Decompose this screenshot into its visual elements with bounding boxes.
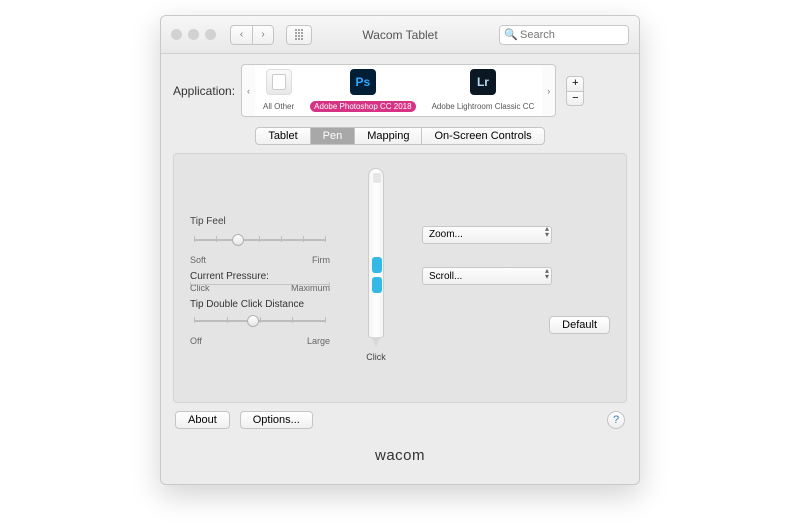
tip-feel-slider[interactable]: [190, 231, 330, 257]
add-app-button[interactable]: +: [566, 76, 584, 91]
pen-button-settings: Zoom... ▴▾ Scroll... ▴▾ Default: [422, 168, 610, 334]
pen-icon: [368, 168, 384, 338]
nav-buttons: ‹ ›: [230, 25, 274, 45]
lower-button-select[interactable]: Scroll... ▴▾: [422, 266, 552, 286]
app-lightroom[interactable]: Lr Adobe Lightroom Classic CC: [424, 65, 543, 116]
titlebar: ‹ › Wacom Tablet 🔍: [161, 16, 639, 54]
pen-diagram: Click: [346, 168, 406, 362]
application-list: All Other Ps Adobe Photoshop CC 2018 Lr …: [255, 64, 542, 117]
app-scroll-left[interactable]: ‹: [241, 64, 255, 117]
app-scroll-right[interactable]: ›: [542, 64, 556, 117]
app-label: All Other: [263, 102, 294, 111]
lightroom-icon: Lr: [470, 69, 496, 95]
search-field[interactable]: 🔍: [499, 25, 629, 45]
pen-upper-button-icon: [372, 257, 382, 273]
application-label: Application:: [173, 84, 235, 98]
app-photoshop[interactable]: Ps Adobe Photoshop CC 2018: [302, 65, 423, 116]
window-controls: [171, 29, 216, 40]
options-button[interactable]: Options...: [240, 411, 313, 429]
tab-mapping[interactable]: Mapping: [355, 127, 422, 145]
preferences-window: ‹ › Wacom Tablet 🔍 Application: ‹ All Ot…: [160, 15, 640, 485]
double-click-label: Tip Double Click Distance: [190, 299, 330, 310]
help-button[interactable]: ?: [607, 411, 625, 429]
app-all-other[interactable]: All Other: [255, 65, 302, 116]
search-input[interactable]: [499, 25, 629, 45]
tip-action-label: Click: [366, 352, 386, 362]
forward-button[interactable]: ›: [252, 25, 274, 45]
lower-button-dropdown[interactable]: Scroll...: [422, 267, 552, 285]
grid-icon: [295, 29, 303, 40]
settings-tabs: Tablet Pen Mapping On-Screen Controls: [173, 127, 627, 145]
brand-logo: wacom: [173, 429, 627, 472]
photoshop-icon: Ps: [350, 69, 376, 95]
double-click-slider[interactable]: [190, 312, 330, 338]
current-pressure-label: Current Pressure:: [190, 271, 330, 282]
tab-on-screen-controls[interactable]: On-Screen Controls: [422, 127, 544, 145]
footer: About Options... ?: [173, 403, 627, 429]
all-other-icon: [266, 69, 292, 95]
search-icon: 🔍: [504, 28, 518, 41]
app-add-remove: + −: [566, 76, 584, 106]
minimize-icon[interactable]: [188, 29, 199, 40]
application-row: Application: ‹ All Other Ps Adobe Photos…: [173, 64, 627, 117]
pen-lower-button-icon: [372, 277, 382, 293]
show-all-button[interactable]: [286, 25, 312, 45]
upper-button-dropdown[interactable]: Zoom...: [422, 226, 552, 244]
pen-settings-pane: Tip Feel Soft Firm Current Pressure: Cli…: [173, 153, 627, 403]
tab-tablet[interactable]: Tablet: [255, 127, 310, 145]
about-button[interactable]: About: [175, 411, 230, 429]
app-label: Adobe Photoshop CC 2018: [310, 101, 415, 112]
remove-app-button[interactable]: −: [566, 91, 584, 106]
default-button[interactable]: Default: [549, 316, 610, 334]
upper-button-select[interactable]: Zoom... ▴▾: [422, 224, 552, 244]
maximize-icon[interactable]: [205, 29, 216, 40]
tip-settings: Tip Feel Soft Firm Current Pressure: Cli…: [190, 168, 330, 346]
pressure-meter: [190, 284, 330, 285]
tip-feel-label: Tip Feel: [190, 216, 330, 227]
back-button[interactable]: ‹: [230, 25, 252, 45]
app-label: Adobe Lightroom Classic CC: [432, 102, 535, 111]
close-icon[interactable]: [171, 29, 182, 40]
tab-pen[interactable]: Pen: [311, 127, 356, 145]
